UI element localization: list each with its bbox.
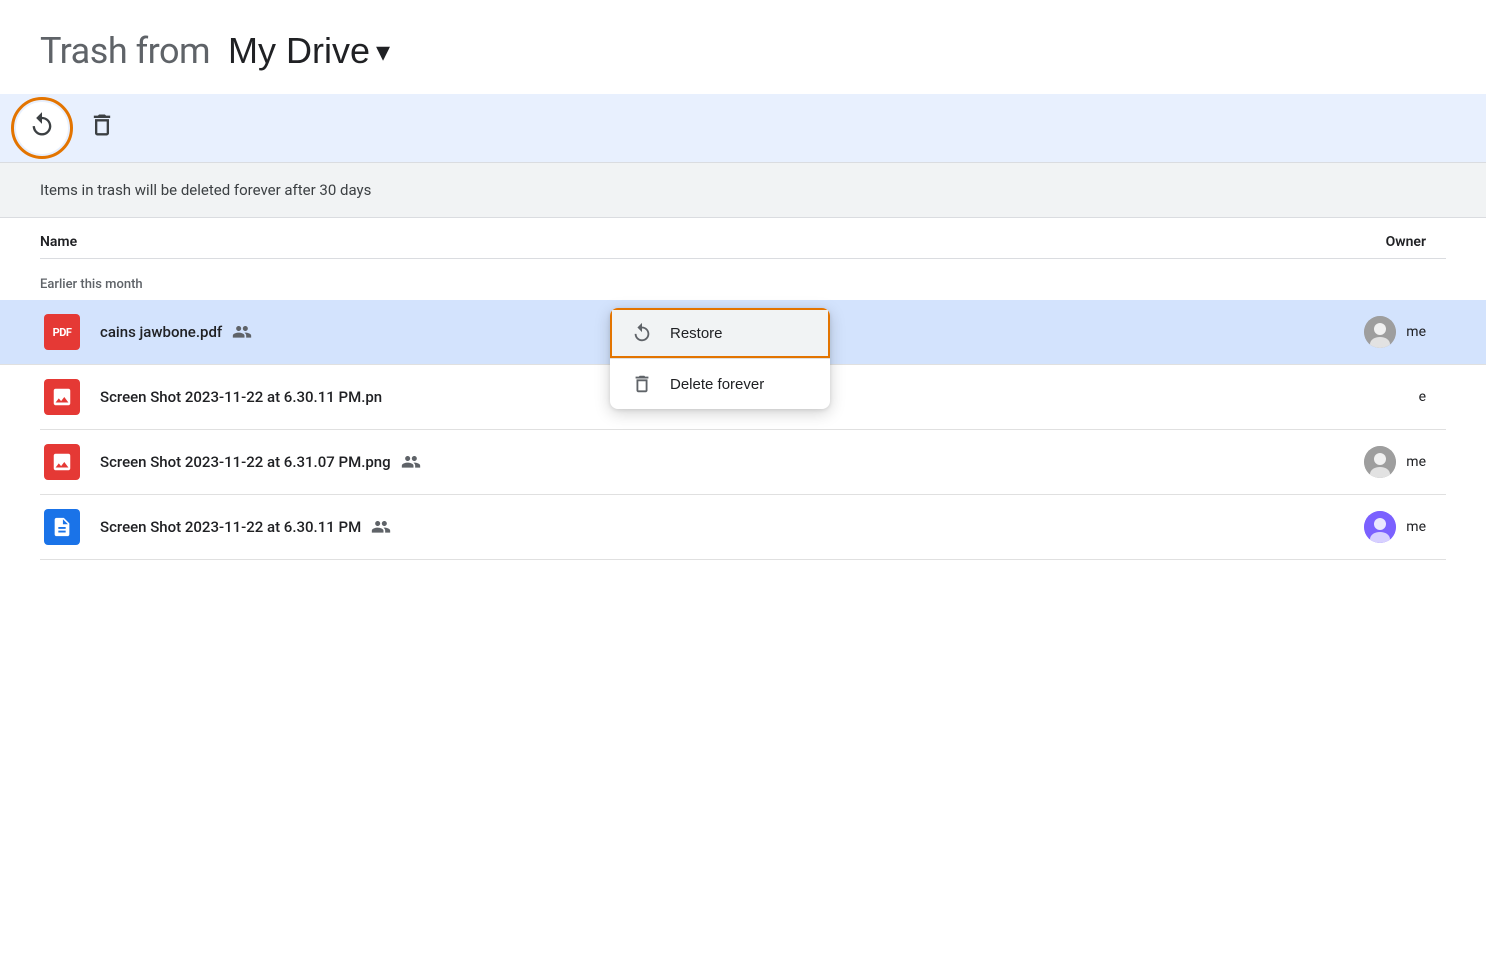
owner-column-header: Owner [1286, 234, 1446, 250]
file-name-text: Screen Shot 2023-11-22 at 6.30.11 PM [100, 518, 361, 536]
column-headers: Name Owner [40, 218, 1446, 259]
context-menu: Restore Delete forever [610, 308, 830, 409]
owner-label: me [1406, 519, 1426, 535]
file-name-text: cains jawbone.pdf [100, 323, 222, 341]
section-label-earlier-this-month: Earlier this month [40, 259, 1446, 300]
table-row[interactable]: PDF cains jawbone.pdf me [0, 300, 1486, 365]
owner-label: e [1419, 389, 1426, 405]
delete-forever-menu-item[interactable]: Delete forever [610, 359, 830, 409]
drive-label: My Drive [228, 30, 370, 72]
file-name: Screen Shot 2023-11-22 at 6.31.07 PM.png [100, 453, 1286, 472]
page-header: Trash from My Drive ▾ [0, 0, 1486, 94]
file-owner: me [1286, 511, 1446, 543]
file-icon [40, 440, 84, 484]
chevron-down-icon: ▾ [376, 35, 390, 68]
avatar [1364, 446, 1396, 478]
table-row[interactable]: Screen Shot 2023-11-22 at 6.31.07 PM.png… [40, 430, 1446, 495]
owner-label: me [1406, 324, 1426, 340]
file-owner: me [1286, 316, 1446, 348]
restore-toolbar-button[interactable] [16, 102, 68, 154]
info-banner: Items in trash will be deleted forever a… [0, 163, 1486, 218]
owner-label: me [1406, 454, 1426, 470]
restore-menu-icon [630, 322, 654, 344]
shared-icon [232, 323, 252, 342]
file-icon [40, 375, 84, 419]
toolbar [0, 94, 1486, 163]
file-name-text: Screen Shot 2023-11-22 at 6.30.11 PM.pn [100, 388, 382, 406]
delete-forever-toolbar-button[interactable] [76, 102, 128, 154]
file-name-text: Screen Shot 2023-11-22 at 6.31.07 PM.png [100, 453, 391, 471]
file-list: Name Owner Earlier this month PDF cains … [0, 218, 1486, 560]
pdf-icon: PDF [44, 314, 80, 350]
avatar [1364, 511, 1396, 543]
image-icon [44, 379, 80, 415]
file-owner: me [1286, 446, 1446, 478]
table-row[interactable]: Screen Shot 2023-11-22 at 6.30.11 PM me [40, 495, 1446, 560]
avatar [1364, 316, 1396, 348]
file-icon [40, 505, 84, 549]
delete-forever-menu-icon [630, 373, 654, 395]
drive-selector-button[interactable]: My Drive ▾ [222, 28, 396, 74]
delete-forever-icon [88, 111, 116, 146]
file-name: Screen Shot 2023-11-22 at 6.30.11 PM [100, 518, 1286, 537]
doc-icon [44, 509, 80, 545]
trash-prefix-label: Trash from [40, 30, 210, 72]
restore-menu-item[interactable]: Restore [610, 308, 830, 358]
file-owner: e [1286, 389, 1446, 405]
restore-icon [28, 111, 56, 146]
delete-forever-menu-label: Delete forever [670, 376, 764, 393]
restore-menu-label: Restore [670, 325, 723, 342]
image-icon [44, 444, 80, 480]
banner-text: Items in trash will be deleted forever a… [40, 181, 371, 199]
shared-icon [371, 518, 391, 537]
file-icon: PDF [40, 310, 84, 354]
name-column-header: Name [40, 234, 1286, 250]
shared-icon [401, 453, 421, 472]
